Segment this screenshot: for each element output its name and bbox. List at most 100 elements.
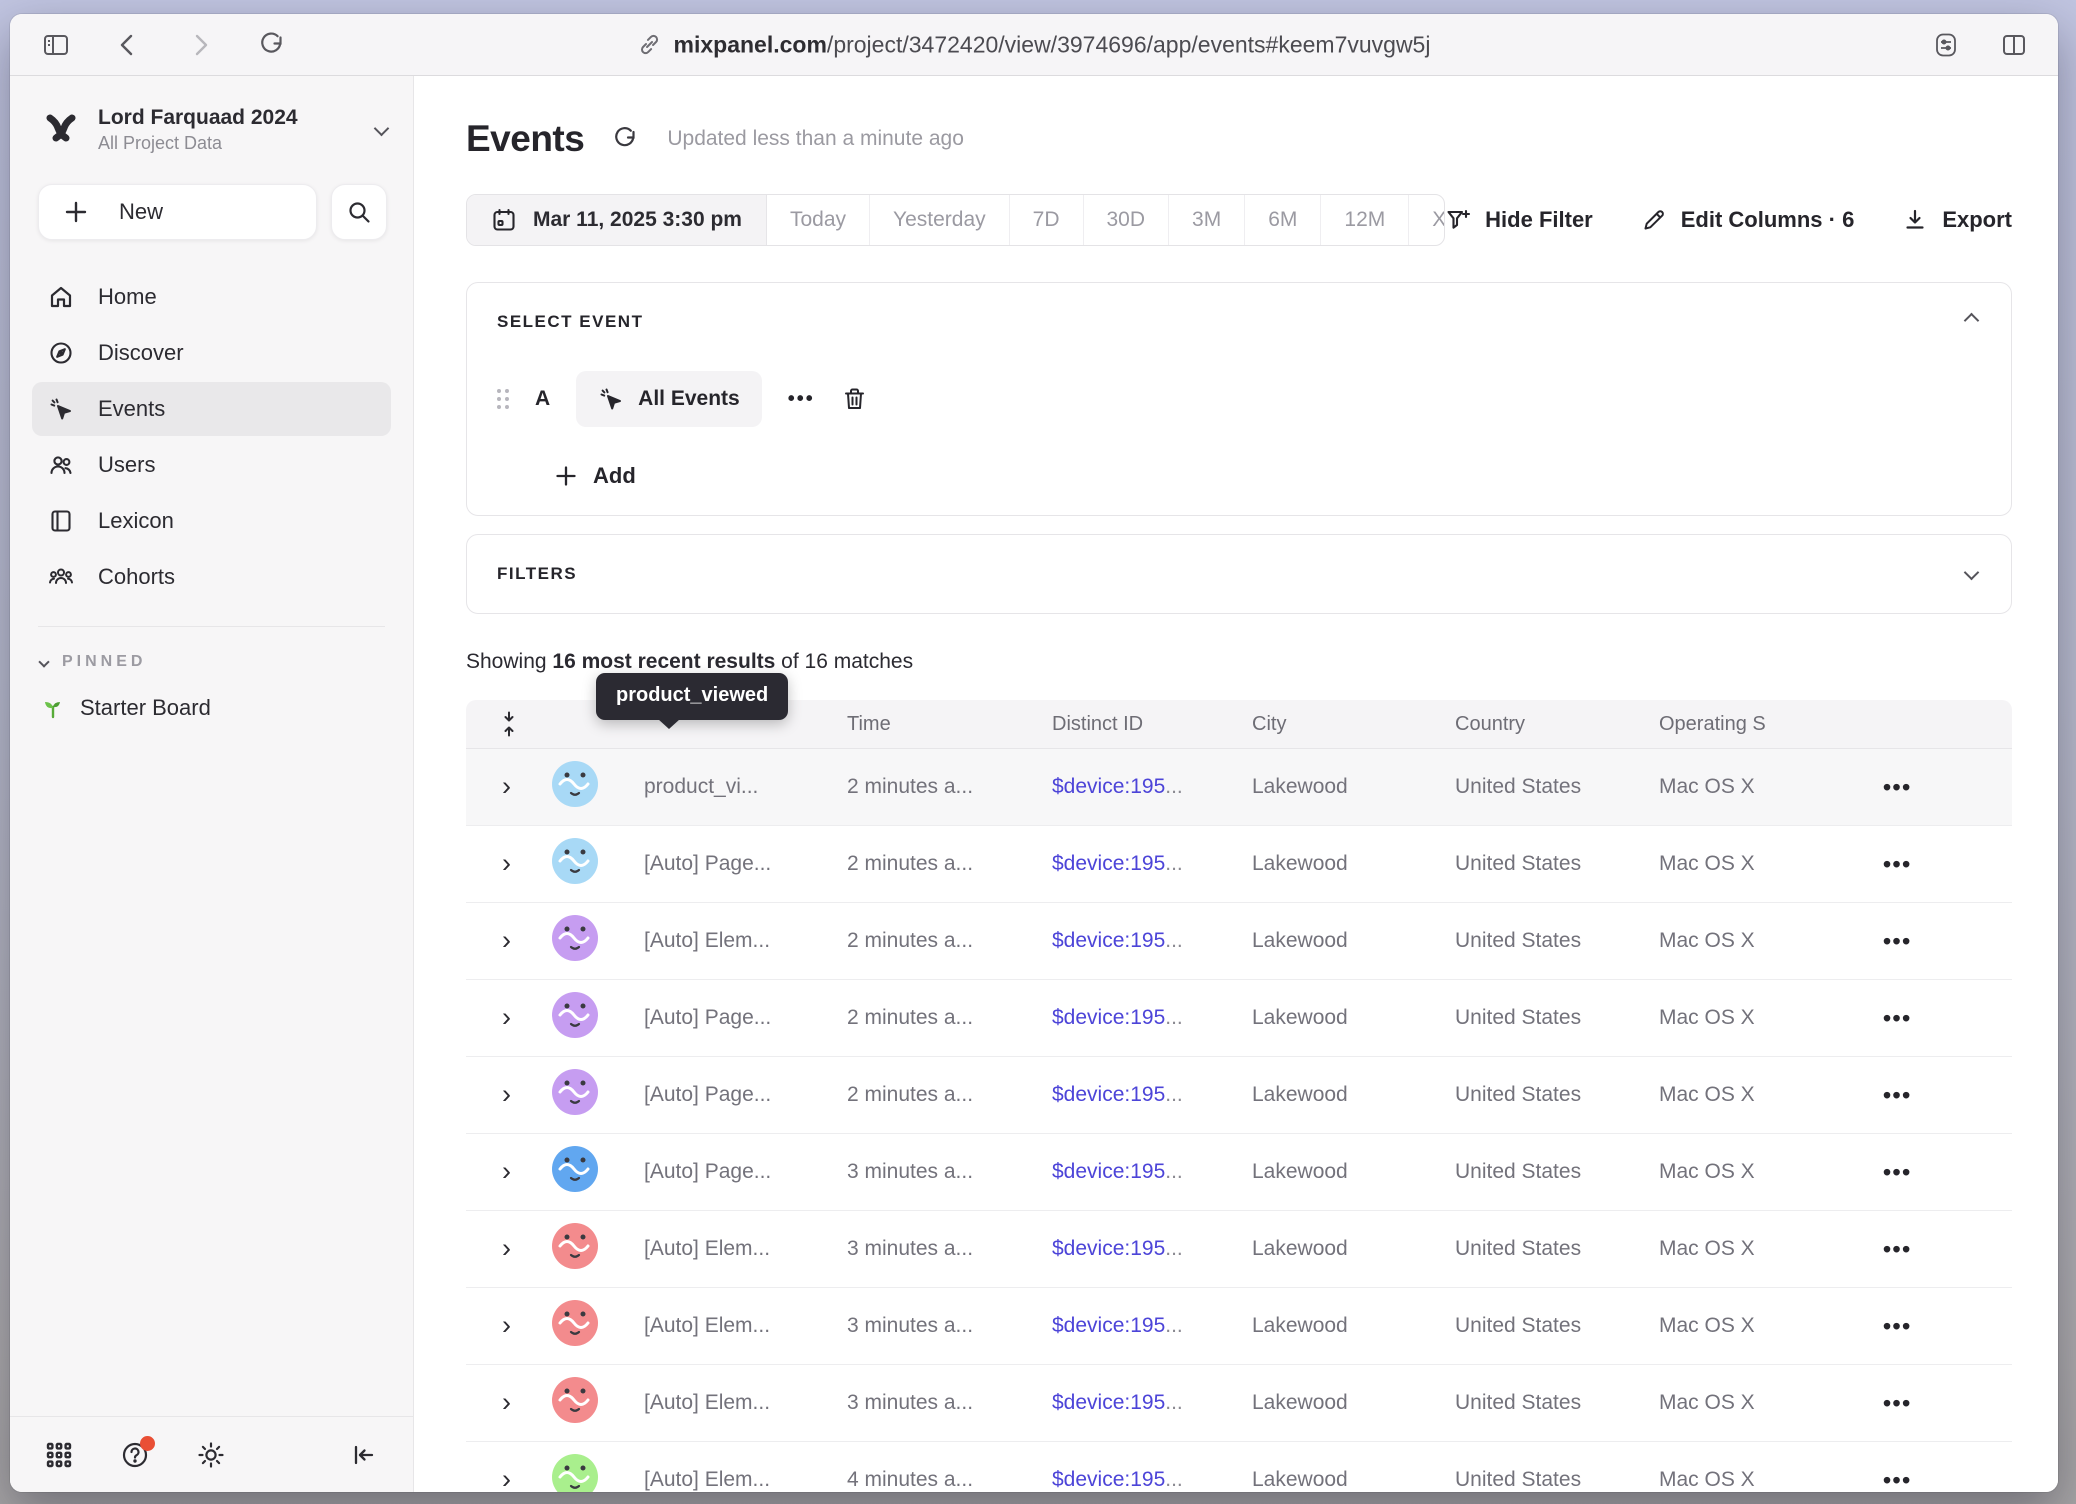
row-expander[interactable]: ›: [502, 1235, 511, 1262]
row-menu-button[interactable]: •••: [1883, 1467, 2012, 1493]
toggle-browser-sidebar-icon[interactable]: [42, 31, 70, 59]
drag-handle[interactable]: [497, 389, 509, 409]
row-menu-button[interactable]: •••: [1883, 928, 2012, 955]
sidebar-item-discover[interactable]: Discover: [32, 326, 391, 380]
row-expander[interactable]: ›: [502, 1004, 511, 1031]
distinct-id-link[interactable]: $device:195: [1052, 1237, 1165, 1260]
range-6m[interactable]: 6M: [1245, 195, 1321, 245]
help-button[interactable]: [120, 1440, 150, 1470]
row-expander[interactable]: ›: [502, 773, 511, 800]
column-header-city[interactable]: City: [1252, 713, 1455, 736]
hide-filter-button[interactable]: Hide Filter: [1445, 207, 1593, 233]
row-menu-button[interactable]: •••: [1883, 1005, 2012, 1032]
distinct-id-link[interactable]: $device:195: [1052, 1006, 1165, 1029]
event-name[interactable]: [Auto] Elem...: [644, 1468, 847, 1492]
range-xtd[interactable]: XTD: [1409, 195, 1445, 245]
sidebar-item-users[interactable]: Users: [32, 438, 391, 492]
event-name[interactable]: [Auto] Page...: [644, 1006, 847, 1030]
row-menu-button[interactable]: •••: [1883, 1159, 2012, 1186]
event-options-button[interactable]: •••: [788, 388, 815, 411]
sidebar-item-cohorts[interactable]: Cohorts: [32, 550, 391, 604]
event-os: Mac OS X: [1659, 1391, 1883, 1415]
search-icon: [346, 199, 372, 225]
range-yesterday[interactable]: Yesterday: [870, 195, 1010, 245]
table-row[interactable]: › [Auto] Page... 2 minutes a... $device:…: [466, 979, 2012, 1056]
table-row[interactable]: › [Auto] Page... 2 minutes a... $device:…: [466, 825, 2012, 902]
distinct-id-link[interactable]: $device:195: [1052, 1083, 1165, 1106]
date-picker-button[interactable]: Mar 11, 2025 3:30 pm: [467, 195, 767, 245]
event-name[interactable]: [Auto] Page...: [644, 1160, 847, 1184]
sidebar-item-starter-board[interactable]: Starter Board: [10, 677, 413, 739]
distinct-id-link[interactable]: $device:195: [1052, 852, 1165, 875]
range-12m[interactable]: 12M: [1321, 195, 1409, 245]
reload-icon[interactable]: [258, 31, 286, 59]
split-view-icon[interactable]: [2000, 31, 2028, 59]
event-name[interactable]: [Auto] Elem...: [644, 1237, 847, 1261]
gear-icon[interactable]: [196, 1440, 226, 1470]
distinct-id-link[interactable]: $device:195: [1052, 1314, 1165, 1337]
sidebar-item-events[interactable]: Events: [32, 382, 391, 436]
table-row[interactable]: › [Auto] Elem... 3 minutes a... $device:…: [466, 1287, 2012, 1364]
event-selector-chip[interactable]: All Events: [576, 371, 762, 427]
collapse-rows-icon[interactable]: [498, 711, 520, 737]
sidebar-item-lexicon[interactable]: Lexicon: [32, 494, 391, 548]
event-name[interactable]: [Auto] Elem...: [644, 1314, 847, 1338]
row-expander[interactable]: ›: [502, 850, 511, 877]
column-header-time[interactable]: Time: [847, 713, 1052, 736]
distinct-id-link[interactable]: $device:195: [1052, 1391, 1165, 1414]
row-menu-button[interactable]: •••: [1883, 1236, 2012, 1263]
project-switcher[interactable]: Lord Farquaad 2024 All Project Data: [10, 76, 413, 154]
row-menu-button[interactable]: •••: [1883, 1313, 2012, 1340]
column-header-os[interactable]: Operating S: [1659, 713, 1883, 736]
row-menu-button[interactable]: •••: [1883, 774, 2012, 801]
table-row[interactable]: › product_vi... 2 minutes a... $device:1…: [466, 748, 2012, 825]
edit-columns-button[interactable]: Edit Columns · 6: [1641, 207, 1855, 233]
export-button[interactable]: Export: [1902, 207, 2012, 233]
range-7d[interactable]: 7D: [1010, 195, 1084, 245]
table-row[interactable]: › [Auto] Elem... 3 minutes a... $device:…: [466, 1210, 2012, 1287]
event-name[interactable]: [Auto] Page...: [644, 1083, 847, 1107]
table-row[interactable]: › [Auto] Elem... 3 minutes a... $device:…: [466, 1364, 2012, 1441]
row-expander[interactable]: ›: [502, 1466, 511, 1492]
table-row[interactable]: › [Auto] Page... 3 minutes a... $device:…: [466, 1133, 2012, 1210]
expand-panel-button[interactable]: [1962, 561, 1981, 587]
row-expander[interactable]: ›: [502, 1312, 511, 1339]
distinct-id-link[interactable]: $device:195: [1052, 775, 1165, 798]
back-icon[interactable]: [114, 31, 142, 59]
row-expander[interactable]: ›: [502, 1389, 511, 1416]
address-bar[interactable]: mixpanel.com/project/3472420/view/397469…: [638, 31, 1431, 58]
add-event-button[interactable]: Add: [553, 463, 1981, 489]
page-settings-icon[interactable]: [1932, 31, 1960, 59]
table-row[interactable]: › [Auto] Elem... 2 minutes a... $device:…: [466, 902, 2012, 979]
event-name[interactable]: [Auto] Elem...: [644, 1391, 847, 1415]
column-header-distinct-id[interactable]: Distinct ID: [1052, 713, 1252, 736]
apps-grid-icon[interactable]: [44, 1440, 74, 1470]
distinct-id-link[interactable]: $device:195: [1052, 1468, 1165, 1491]
distinct-id-link[interactable]: $device:195: [1052, 1160, 1165, 1183]
row-menu-button[interactable]: •••: [1883, 851, 2012, 878]
range-today[interactable]: Today: [767, 195, 870, 245]
collapse-panel-button[interactable]: [1962, 309, 1981, 335]
table-row[interactable]: › [Auto] Elem... 4 minutes a... $device:…: [466, 1441, 2012, 1492]
event-name[interactable]: [Auto] Page...: [644, 852, 847, 876]
table-row[interactable]: › [Auto] Page... 2 minutes a... $device:…: [466, 1056, 2012, 1133]
sidebar-item-home[interactable]: Home: [32, 270, 391, 324]
range-3m[interactable]: 3M: [1169, 195, 1245, 245]
row-expander[interactable]: ›: [502, 927, 511, 954]
row-menu-button[interactable]: •••: [1883, 1082, 2012, 1109]
row-expander[interactable]: ›: [502, 1081, 511, 1108]
event-name[interactable]: [Auto] Elem...: [644, 929, 847, 953]
row-menu-button[interactable]: •••: [1883, 1390, 2012, 1417]
collapse-sidebar-icon[interactable]: [349, 1440, 379, 1470]
forward-icon[interactable]: [186, 31, 214, 59]
range-30d[interactable]: 30D: [1084, 195, 1170, 245]
new-button[interactable]: New: [38, 184, 317, 240]
refresh-icon[interactable]: [612, 126, 639, 153]
column-header-country[interactable]: Country: [1455, 713, 1659, 736]
trash-icon[interactable]: [841, 386, 868, 413]
event-name[interactable]: product_vi...: [644, 775, 847, 799]
search-button[interactable]: [331, 184, 387, 240]
distinct-id-link[interactable]: $device:195: [1052, 929, 1165, 952]
row-expander[interactable]: ›: [502, 1158, 511, 1185]
pinned-section-header[interactable]: PINNED: [10, 637, 413, 677]
